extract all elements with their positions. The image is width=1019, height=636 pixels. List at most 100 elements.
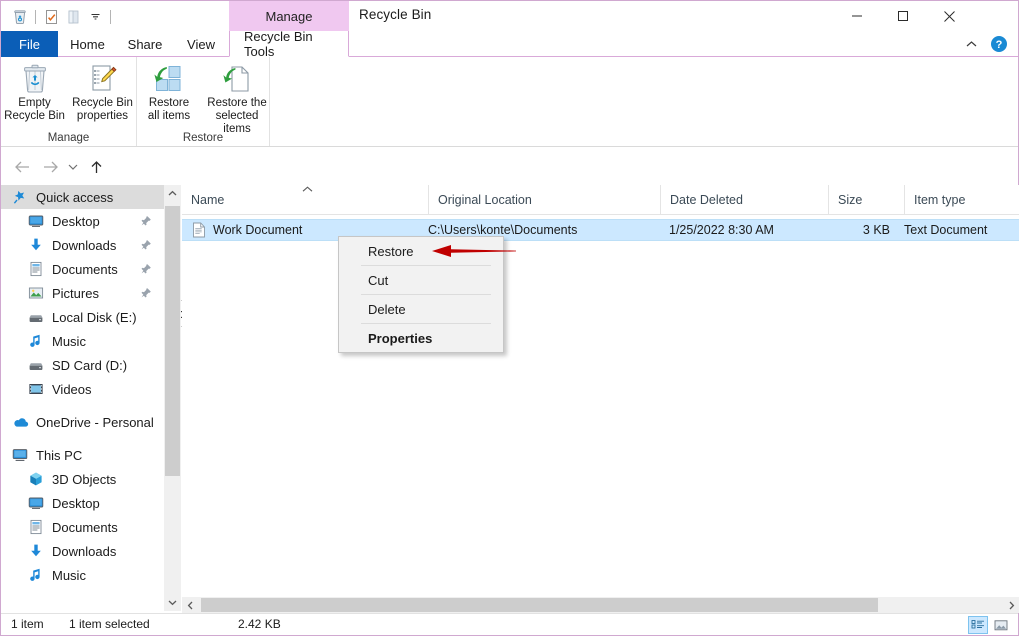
sidebar-scroll-thumb[interactable] xyxy=(165,206,180,476)
sidebar-item-pictures[interactable]: Pictures xyxy=(1,281,164,305)
sidebar-item-downloads[interactable]: Downloads xyxy=(1,233,164,257)
customize-icon[interactable] xyxy=(62,6,84,27)
toolbar-divider-2 xyxy=(110,9,111,24)
context-menu: Restore Cut Delete Properties xyxy=(338,236,504,353)
tab-share[interactable]: Share xyxy=(117,31,173,57)
cell-item-type: Text Document xyxy=(904,223,988,237)
toolbar-divider xyxy=(35,9,36,24)
collapse-ribbon-button[interactable] xyxy=(962,35,980,53)
sidebar-item-quick-access[interactable]: Quick access xyxy=(1,185,164,209)
desktop-icon xyxy=(27,494,45,512)
scroll-left-icon[interactable] xyxy=(182,597,199,613)
recycle-bin-properties-label: Recycle Bin properties xyxy=(72,97,133,122)
scroll-right-icon[interactable] xyxy=(1003,597,1019,613)
sidebar-item-documents-thispc[interactable]: Documents xyxy=(1,515,164,539)
column-header-item-type[interactable]: Item type xyxy=(904,185,1019,214)
back-button[interactable] xyxy=(11,155,33,179)
column-header-size[interactable]: Size xyxy=(828,185,904,214)
status-item-count: 1 item xyxy=(11,617,44,631)
maximize-button[interactable] xyxy=(880,1,926,31)
sidebar-item-desktop-thispc[interactable]: Desktop xyxy=(1,491,164,515)
ribbon-group-label-restore: Restore xyxy=(182,132,224,144)
window-title: Recycle Bin xyxy=(359,7,432,22)
forward-button[interactable] xyxy=(39,155,61,179)
sidebar-item-label: Music xyxy=(52,567,86,583)
horizontal-scrollbar[interactable] xyxy=(182,597,1019,613)
pin-icon[interactable] xyxy=(139,214,152,227)
star-pin-icon xyxy=(11,188,29,206)
scroll-up-icon[interactable] xyxy=(164,185,181,202)
column-header-original-location[interactable]: Original Location xyxy=(428,185,660,214)
sidebar-item-label: Downloads xyxy=(52,543,117,559)
table-row[interactable]: Work Document C:\Users\konte\Documents 1… xyxy=(182,219,1019,241)
column-header-name[interactable]: Name xyxy=(182,185,428,214)
chevron-down-icon[interactable] xyxy=(84,6,106,27)
context-menu-item-cut[interactable]: Cut xyxy=(339,266,503,295)
details-view-button[interactable] xyxy=(968,616,988,634)
tab-file[interactable]: File xyxy=(1,31,58,57)
ribbon: Empty Recycle Bin Recycle Bin properties… xyxy=(1,57,1018,147)
downloads-icon xyxy=(27,542,45,560)
context-menu-item-delete[interactable]: Delete xyxy=(339,295,503,324)
pin-icon[interactable] xyxy=(139,286,152,299)
file-explorer-window: Manage Recycle Bin File Home Share View … xyxy=(0,0,1019,636)
cell-name-text: Work Document xyxy=(213,223,303,237)
context-menu-item-properties[interactable]: Properties xyxy=(339,324,503,353)
empty-recycle-bin-label: Empty Recycle Bin xyxy=(4,97,65,122)
sidebar-item-desktop[interactable]: Desktop xyxy=(1,209,164,233)
sidebar-item-downloads-thispc[interactable]: Downloads xyxy=(1,539,164,563)
close-button[interactable] xyxy=(926,1,972,31)
pin-icon[interactable] xyxy=(139,262,152,275)
sidebar-item-label: Videos xyxy=(52,381,92,397)
sidebar-item-onedrive[interactable]: OneDrive - Personal xyxy=(1,410,164,434)
sidebar-item-this-pc[interactable]: This PC xyxy=(1,443,164,467)
sidebar-item-label: Local Disk (E:) xyxy=(52,309,137,325)
sidebar-item-label: Desktop xyxy=(52,213,100,229)
sidebar-item-documents[interactable]: Documents xyxy=(1,257,164,281)
3d-objects-icon xyxy=(27,470,45,488)
onedrive-icon xyxy=(11,413,29,431)
column-header-date-deleted[interactable]: Date Deleted xyxy=(660,185,828,214)
recent-locations-button[interactable] xyxy=(65,155,81,179)
svg-text:?: ? xyxy=(996,39,1003,51)
documents-icon xyxy=(27,260,45,278)
context-menu-item-restore[interactable]: Restore xyxy=(339,237,503,266)
restore-all-items-button[interactable]: Restore all items xyxy=(135,59,203,123)
restore-selected-items-button[interactable]: Restore the selected items xyxy=(203,59,271,135)
tab-recycle-bin-tools[interactable]: Recycle Bin Tools xyxy=(229,29,349,59)
scroll-down-icon[interactable] xyxy=(164,594,181,611)
help-icon[interactable]: ? xyxy=(990,35,1008,53)
sidebar-item-music-thispc[interactable]: Music xyxy=(1,563,164,587)
sidebar-item-label: Desktop xyxy=(52,495,100,511)
pictures-icon xyxy=(27,284,45,302)
videos-icon xyxy=(27,380,45,398)
contextual-tab-group-label: Manage xyxy=(229,1,349,31)
sidebar-item-label: Music xyxy=(52,333,86,349)
horizontal-scroll-thumb[interactable] xyxy=(201,598,878,612)
sidebar-item-sd-card-d[interactable]: SD Card (D:) xyxy=(1,353,164,377)
recycle-bin-properties-icon xyxy=(87,63,119,95)
sidebar-item-label: Documents xyxy=(52,519,118,535)
minimize-button[interactable] xyxy=(834,1,880,31)
sidebar-item-label: SD Card (D:) xyxy=(52,357,128,373)
sidebar-scrollbar[interactable] xyxy=(164,185,181,611)
cell-size: 3 KB xyxy=(862,223,890,237)
sidebar-item-3d-objects[interactable]: 3D Objects xyxy=(1,467,164,491)
sidebar-item-music[interactable]: Music xyxy=(1,329,164,353)
up-button[interactable] xyxy=(85,155,107,179)
sidebar-item-videos[interactable]: Videos xyxy=(1,377,164,401)
recycle-bin-properties-button[interactable]: Recycle Bin properties xyxy=(69,59,137,123)
recycle-bin-icon[interactable] xyxy=(9,6,31,27)
restore-all-items-icon xyxy=(153,63,185,95)
file-rows: Work Document C:\Users\konte\Documents 1… xyxy=(182,215,1019,597)
large-icons-view-button[interactable] xyxy=(991,616,1011,634)
tab-view[interactable]: View xyxy=(173,31,229,57)
sidebar-item-local-disk-e[interactable]: Local Disk (E:) xyxy=(1,305,164,329)
pin-icon[interactable] xyxy=(139,238,152,251)
properties-icon[interactable] xyxy=(40,6,62,27)
empty-recycle-bin-button[interactable]: Empty Recycle Bin xyxy=(1,59,69,123)
downloads-icon xyxy=(27,236,45,254)
tab-home[interactable]: Home xyxy=(58,31,117,57)
